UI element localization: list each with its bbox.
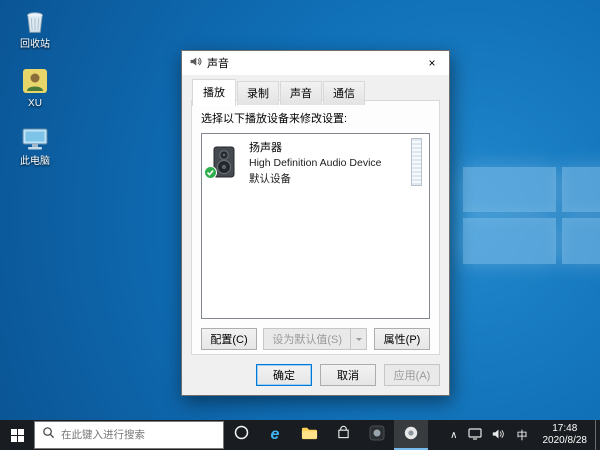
input-method-label: 中	[516, 430, 528, 442]
dialog-title: 声音	[207, 58, 229, 70]
set-default-dropdown-icon[interactable]	[350, 328, 367, 350]
active-sound-app-icon	[403, 425, 419, 446]
this-pc-icon	[20, 124, 50, 154]
wallpaper-windows-logo	[463, 167, 600, 265]
device-name: 扬声器	[249, 141, 282, 154]
recycle-bin-icon	[20, 7, 50, 37]
desktop-icon-label: 此电脑	[20, 156, 50, 167]
pinned-app-icon	[369, 425, 385, 446]
store-button[interactable]	[326, 420, 360, 450]
default-check-icon	[204, 166, 217, 182]
dialog-titlebar[interactable]: 声音 ×	[182, 51, 449, 75]
device-action-row: 配置(C) 设为默认值(S) 属性(P)	[201, 328, 430, 350]
taskbar-search[interactable]	[34, 421, 224, 449]
tray-display-icon	[467, 427, 482, 443]
file-explorer-icon	[301, 426, 318, 445]
device-list[interactable]: 扬声器 High Definition Audio Device 默认设备	[201, 133, 430, 319]
desktop-icon-user-folder[interactable]: XU	[6, 66, 64, 109]
dialog-footer: 确定 取消 应用(A)	[256, 364, 440, 386]
dialog-tabs: 播放 录制 声音 通信	[192, 79, 366, 106]
active-sound-app-button[interactable]	[394, 420, 428, 450]
wallpaper-logo-pane	[463, 218, 556, 264]
chevron-up-icon: ∧	[450, 429, 458, 441]
sound-dialog: 声音 × 播放 录制 声音 通信 选择以下播放设备来修改设置: 扬声器 High…	[181, 50, 450, 396]
clock-time: 17:48	[552, 423, 578, 434]
dialog-title-speaker-icon	[189, 55, 202, 71]
tab-playback[interactable]: 播放	[192, 79, 236, 106]
edge-icon: e	[270, 426, 280, 443]
tab-communications[interactable]: 通信	[323, 81, 365, 105]
user-folder-icon	[20, 66, 50, 96]
apply-button[interactable]: 应用(A)	[384, 364, 440, 386]
desktop-icon-label: 回收站	[20, 39, 50, 50]
playback-tab-page: 选择以下播放设备来修改设置: 扬声器 High Definition Audio…	[191, 100, 440, 355]
cancel-button[interactable]: 取消	[320, 364, 376, 386]
taskbar: e	[0, 420, 600, 450]
device-item-speakers[interactable]: 扬声器 High Definition Audio Device 默认设备	[203, 135, 428, 189]
properties-button[interactable]: 属性(P)	[374, 328, 430, 350]
edge-button[interactable]: e	[258, 420, 292, 450]
wallpaper-logo-pane	[562, 218, 600, 264]
search-icon	[42, 426, 55, 444]
device-status: 默认设备	[249, 172, 291, 185]
audio-level-meter	[411, 138, 422, 186]
desktop: 回收站 XU 此电脑 声音 × 播放 录制 声音 通信 选择以下播放设备来修改设…	[0, 0, 600, 450]
ok-button[interactable]: 确定	[256, 364, 312, 386]
tab-sounds[interactable]: 声音	[280, 81, 322, 105]
input-method-indicator[interactable]: 中	[510, 420, 535, 450]
close-icon[interactable]: ×	[415, 51, 449, 75]
set-default-split-button: 设为默认值(S)	[263, 328, 367, 350]
system-tray: ∧ 中 17:48 2020/8/28	[445, 420, 600, 450]
tray-volume-button[interactable]	[487, 420, 510, 450]
start-windows-icon	[10, 428, 24, 442]
tray-display-button[interactable]	[463, 420, 487, 450]
device-description: High Definition Audio Device	[249, 156, 382, 169]
wallpaper-logo-pane	[562, 167, 600, 212]
cortana-icon	[234, 425, 249, 445]
desktop-icon-recycle-bin[interactable]: 回收站	[6, 7, 64, 50]
set-default-button[interactable]: 设为默认值(S)	[263, 328, 350, 350]
file-explorer-button[interactable]	[292, 420, 326, 450]
speaker-device-icon	[204, 145, 241, 182]
clock-date: 2020/8/28	[542, 435, 588, 446]
show-desktop-button[interactable]	[595, 420, 600, 450]
device-text: 扬声器 High Definition Audio Device 默认设备	[249, 139, 382, 186]
wallpaper-logo-pane	[463, 167, 556, 212]
cortana-button[interactable]	[224, 420, 258, 450]
tab-recording[interactable]: 录制	[237, 81, 279, 105]
start-button[interactable]	[0, 420, 34, 450]
desktop-icon-this-pc[interactable]: 此电脑	[6, 124, 64, 167]
tray-volume-icon	[492, 428, 505, 443]
taskbar-clock[interactable]: 17:48 2020/8/28	[535, 420, 596, 450]
tray-expand-button[interactable]: ∧	[445, 420, 462, 450]
search-input[interactable]	[61, 429, 216, 441]
store-icon	[337, 425, 350, 445]
pinned-app-button[interactable]	[360, 420, 394, 450]
configure-button[interactable]: 配置(C)	[201, 328, 257, 350]
instruction-text: 选择以下播放设备来修改设置:	[201, 113, 348, 125]
desktop-icon-label: XU	[28, 98, 42, 109]
